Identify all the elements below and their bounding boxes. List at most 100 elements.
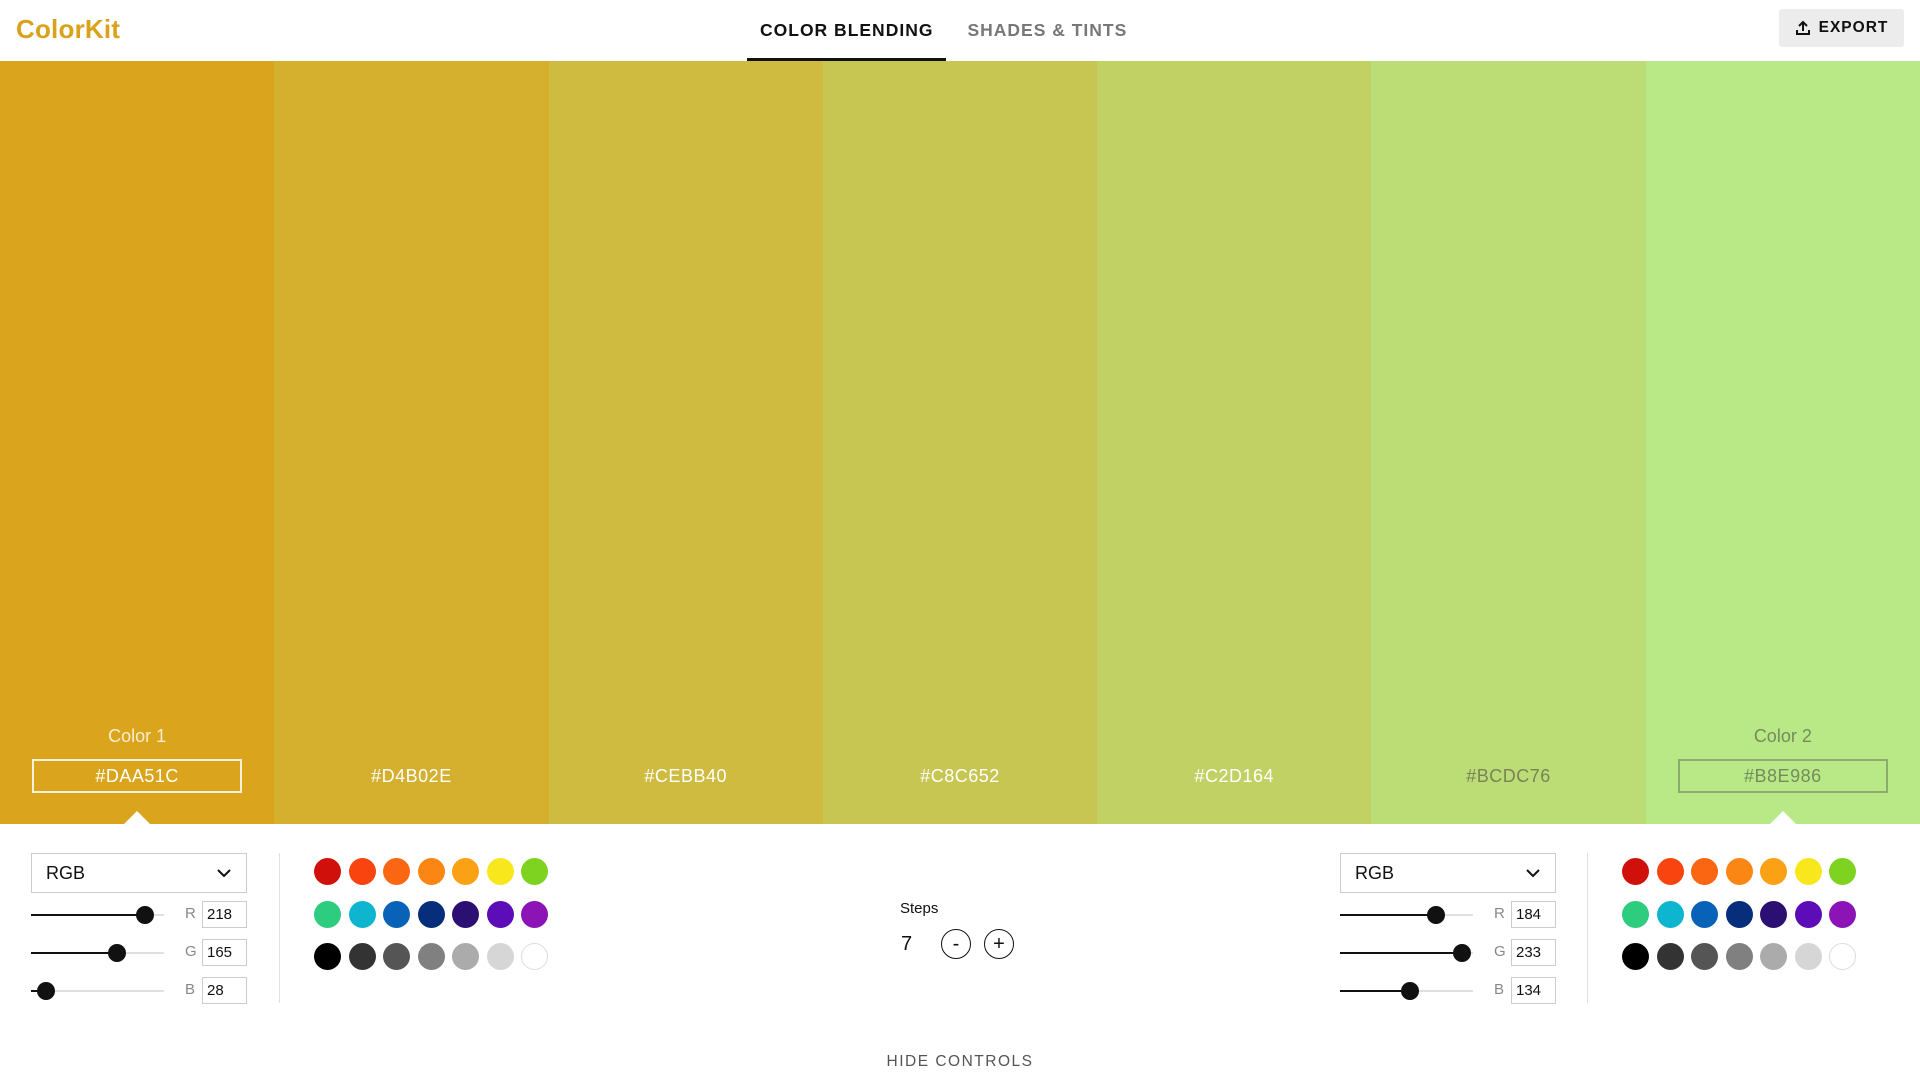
app-logo[interactable]: ColorKit [16, 14, 120, 45]
preset-color-dot[interactable] [348, 858, 376, 885]
color2-slider-g: G 233 [1340, 937, 1556, 969]
preset-color-dot[interactable] [417, 900, 445, 928]
swatch[interactable]: #CEBB40 [548, 61, 823, 824]
steps-control: Steps 7 - + [900, 900, 1030, 959]
color1-slider-r: R 218 [31, 899, 247, 931]
preset-color-dot[interactable] [1760, 858, 1787, 885]
preset-color-dot[interactable] [383, 943, 410, 970]
color2-g-track[interactable] [1340, 944, 1473, 962]
color1-g-track[interactable] [31, 944, 164, 962]
tab-shades-tints[interactable]: SHADES & TINTS [954, 0, 1140, 61]
preset-color-dot[interactable] [486, 900, 514, 928]
preset-color-dot[interactable] [452, 900, 479, 928]
preset-color-dot[interactable] [1794, 943, 1822, 970]
swatch[interactable]: #C8C652 [822, 61, 1098, 824]
export-button[interactable]: EXPORT [1779, 9, 1904, 47]
preset-color-dot[interactable] [348, 900, 376, 928]
color2-g-input[interactable]: 233 [1511, 939, 1556, 966]
preset-color-dot[interactable] [1656, 858, 1684, 885]
swatch-hex-input[interactable]: #B8E986 [1677, 759, 1888, 793]
color1-g-thumb[interactable] [108, 944, 127, 962]
color1-b-input[interactable]: 28 [202, 977, 247, 1004]
upload-icon [1795, 20, 1810, 35]
preset-color-dot[interactable] [1656, 900, 1684, 928]
preset-color-dot[interactable] [452, 943, 479, 970]
preset-color-dot[interactable] [348, 943, 376, 970]
color2-g-thumb[interactable] [1452, 944, 1471, 962]
color1-r-input[interactable]: 218 [202, 901, 247, 928]
steps-value: 7 [901, 932, 913, 955]
swatch[interactable]: Color 1 #DAA51C [0, 61, 275, 825]
decrease-steps-button[interactable]: - [941, 929, 971, 959]
header: ColorKit COLOR BLENDING SHADES & TINTS E… [0, 0, 1920, 61]
preset-color-dot[interactable] [1725, 900, 1753, 928]
preset-color-dot[interactable] [1622, 943, 1649, 970]
preset-color-dot[interactable] [452, 858, 479, 885]
preset-color-dot[interactable] [1725, 858, 1753, 885]
color2-slider-r: R 184 [1340, 899, 1556, 931]
preset-color-dot[interactable] [521, 900, 548, 928]
color1-b-thumb[interactable] [36, 982, 55, 1000]
color1-mode-value: RGB [46, 862, 86, 883]
swatch-hex-label: #C8C652 [920, 765, 1000, 786]
swatch-hex-label: #CEBB40 [644, 765, 727, 786]
preset-color-dot[interactable] [383, 900, 410, 928]
increase-steps-button[interactable]: + [984, 929, 1014, 959]
preset-color-dot[interactable] [1622, 858, 1649, 885]
color1-g-input[interactable]: 165 [202, 939, 247, 966]
preset-color-dot[interactable] [1691, 858, 1718, 885]
swatch[interactable]: Color 2 #B8E986 [1645, 61, 1920, 825]
color1-r-track[interactable] [31, 906, 164, 924]
preset-color-dot[interactable] [1829, 943, 1856, 970]
color1-r-thumb[interactable] [135, 906, 154, 924]
color2-b-track[interactable] [1340, 982, 1473, 1000]
divider [279, 853, 280, 1003]
swatch-hex-label: #D4B02E [371, 765, 452, 786]
selection-pointer [1768, 811, 1797, 825]
swatch[interactable]: #BCDC76 [1371, 61, 1646, 824]
preset-color-dot[interactable] [486, 858, 514, 885]
swatch-hex-input[interactable]: #DAA51C [32, 759, 243, 793]
preset-color-dot[interactable] [1760, 900, 1787, 928]
preset-color-dot[interactable] [1656, 943, 1684, 970]
color2-r-fill [1340, 914, 1436, 916]
preset-color-dot[interactable] [1622, 900, 1649, 928]
color2-r-input[interactable]: 184 [1511, 901, 1556, 928]
preset-color-dot[interactable] [1794, 900, 1822, 928]
export-label: EXPORT [1818, 19, 1889, 36]
preset-color-dot[interactable] [521, 858, 548, 885]
preset-color-dot[interactable] [486, 943, 514, 970]
color1-b-track[interactable] [31, 982, 164, 1000]
preset-color-dot[interactable] [383, 858, 410, 885]
preset-color-dot[interactable] [417, 858, 445, 885]
preset-color-dot[interactable] [1794, 858, 1822, 885]
preset-color-dot[interactable] [314, 943, 341, 970]
chevron-down-icon [217, 869, 231, 878]
color2-r-thumb[interactable] [1426, 906, 1445, 924]
swatch[interactable]: #D4B02E [274, 61, 549, 824]
color1-g-fill [31, 952, 118, 954]
color2-b-thumb[interactable] [1400, 982, 1419, 1000]
color1-r-fill [31, 914, 145, 916]
preset-color-dot[interactable] [1829, 900, 1856, 928]
preset-color-dot[interactable] [417, 943, 445, 970]
preset-color-dot[interactable] [314, 900, 341, 928]
swatch-hex-label: #C2D164 [1194, 765, 1275, 786]
color1-preset-palette [314, 858, 548, 970]
swatch[interactable]: #C2D164 [1097, 61, 1372, 824]
preset-color-dot[interactable] [1760, 943, 1787, 970]
color2-b-input[interactable]: 134 [1511, 977, 1556, 1004]
preset-color-dot[interactable] [314, 858, 341, 885]
swatch-hex-label: #BCDC76 [1466, 765, 1551, 786]
tab-color-blending[interactable]: COLOR BLENDING [747, 0, 947, 61]
preset-color-dot[interactable] [521, 943, 548, 970]
color2-controls: RGB R 184 G 233 B 134 [1340, 853, 1556, 1007]
preset-color-dot[interactable] [1691, 943, 1718, 970]
color2-r-track[interactable] [1340, 906, 1473, 924]
preset-color-dot[interactable] [1725, 943, 1753, 970]
hide-controls-link[interactable]: HIDE CONTROLS [0, 1053, 1920, 1071]
preset-color-dot[interactable] [1829, 858, 1856, 885]
color1-mode-select[interactable]: RGB [31, 853, 247, 893]
preset-color-dot[interactable] [1691, 900, 1718, 928]
color2-mode-select[interactable]: RGB [1340, 853, 1556, 893]
